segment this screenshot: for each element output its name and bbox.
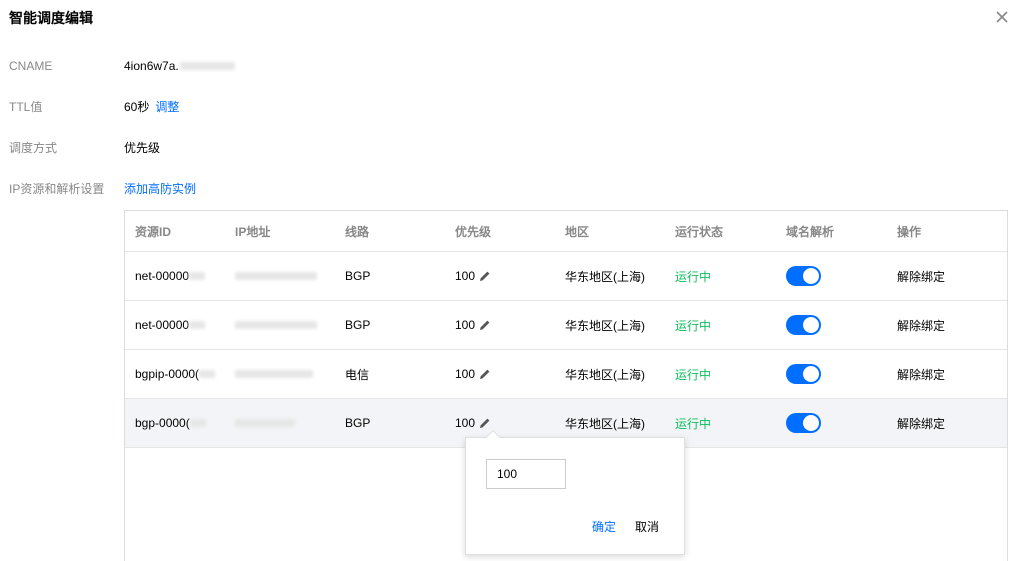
dns-toggle[interactable] [786,315,821,335]
ip-cell [235,321,345,329]
unbind-link[interactable]: 解除绑定 [897,268,1007,285]
ip-settings-row: IP资源和解析设置 添加高防实例 [9,178,196,198]
edit-pencil-icon[interactable] [479,319,491,331]
status-cell: 运行中 [675,318,712,333]
cancel-button[interactable]: 取消 [635,518,659,535]
line-cell: 电信 [345,367,370,382]
dialog-title: 智能调度编辑 [9,10,93,26]
schedule-label: 调度方式 [9,140,58,155]
resource-id-redacted [189,272,206,280]
region-cell: 华东地区(上海) [565,318,645,333]
dns-toggle[interactable] [786,364,821,384]
dns-cell [786,266,897,286]
dns-toggle[interactable] [786,266,821,286]
schedule-row: 调度方式 优先级 [9,137,160,157]
priority-text: 100 [455,416,476,430]
header-line: 线路 [345,224,370,239]
ip-cell [235,272,345,280]
schedule-value: 优先级 [124,140,161,155]
resource-id-redacted [189,419,206,427]
header-resource-id: 资源ID [135,224,172,239]
cname-redacted [179,62,235,70]
resource-id-text: net-00000 [135,318,190,332]
ip-redacted [235,272,317,280]
toggle-knob [803,415,819,431]
cname-text: 4ion6w7a. [124,59,179,73]
header-status: 运行状态 [675,224,724,239]
header-action: 操作 [897,224,922,239]
priority-text: 100 [455,367,476,381]
region-cell: 华东地区(上海) [565,269,645,284]
resource-id-text: net-00000 [135,269,190,283]
priority-text: 100 [455,269,476,283]
priority-popover: 确定 取消 [465,429,685,555]
ip-cell [235,419,345,427]
cname-value: 4ion6w7a. [124,59,235,73]
resource-id-cell: net-00000 [125,269,235,283]
ip-redacted [235,370,313,378]
resource-id-redacted [199,370,216,378]
dns-toggle[interactable] [786,413,821,433]
header-ip: IP地址 [235,224,271,239]
resource-id-cell: bgpip-0000( [125,367,235,381]
toggle-knob [803,268,819,284]
resource-id-cell: bgp-0000( [125,416,235,430]
ip-redacted [235,419,295,427]
table-header: 资源ID IP地址 线路 优先级 地区 运行状态 域名解析 操作 [125,211,1007,252]
status-cell: 运行中 [675,416,712,431]
unbind-link[interactable]: 解除绑定 [897,317,1007,334]
dns-cell [786,315,897,335]
table-row: net-00000 BGP 100 华东地区(上海) 运行中 解除绑定 [125,301,1007,350]
cname-label: CNAME [9,59,53,73]
unbind-link[interactable]: 解除绑定 [897,366,1007,383]
close-icon[interactable] [993,8,1011,26]
ttl-value: 60秒 调整 [124,98,179,115]
toggle-knob [803,366,819,382]
add-instance-link[interactable]: 添加高防实例 [124,180,196,197]
priority-text: 100 [455,318,476,332]
edit-pencil-icon[interactable] [479,270,491,282]
table-row: bgpip-0000( 电信 100 华东地区(上海) 运行中 解除绑定 [125,350,1007,399]
ttl-adjust-link[interactable]: 调整 [155,98,179,115]
table-row: net-00000 BGP 100 华东地区(上海) 运行中 解除绑定 [125,252,1007,301]
toggle-knob [803,317,819,333]
resource-id-text: bgp-0000( [135,416,190,430]
region-cell: 华东地区(上海) [565,416,645,431]
line-cell: BGP [345,318,371,332]
resource-id-cell: net-00000 [125,318,235,332]
resource-id-redacted [189,321,206,329]
region-cell: 华东地区(上海) [565,367,645,382]
priority-cell: 100 [455,416,565,430]
ip-settings-label: IP资源和解析设置 [9,181,105,196]
confirm-button[interactable]: 确定 [592,518,616,535]
status-cell: 运行中 [675,269,712,284]
cname-row: CNAME 4ion6w7a. [9,56,235,76]
priority-cell: 100 [455,269,565,283]
ip-cell [235,370,345,378]
edit-pencil-icon[interactable] [479,417,491,429]
ttl-row: TTL值 60秒 调整 [9,96,179,116]
header-dns: 域名解析 [786,224,835,239]
line-cell: BGP [345,416,371,430]
line-cell: BGP [345,269,371,283]
dns-cell [786,364,897,384]
unbind-link[interactable]: 解除绑定 [897,415,1007,432]
ttl-text: 60秒 [124,99,150,114]
priority-cell: 100 [455,367,565,381]
priority-input[interactable] [486,459,566,489]
status-cell: 运行中 [675,367,712,382]
edit-pencil-icon[interactable] [479,368,491,380]
ttl-label: TTL值 [9,99,43,114]
resource-id-text: bgpip-0000( [135,367,200,381]
header-region: 地区 [565,224,590,239]
dns-cell [786,413,897,433]
ip-redacted [235,321,317,329]
header-priority: 优先级 [455,224,492,239]
priority-cell: 100 [455,318,565,332]
